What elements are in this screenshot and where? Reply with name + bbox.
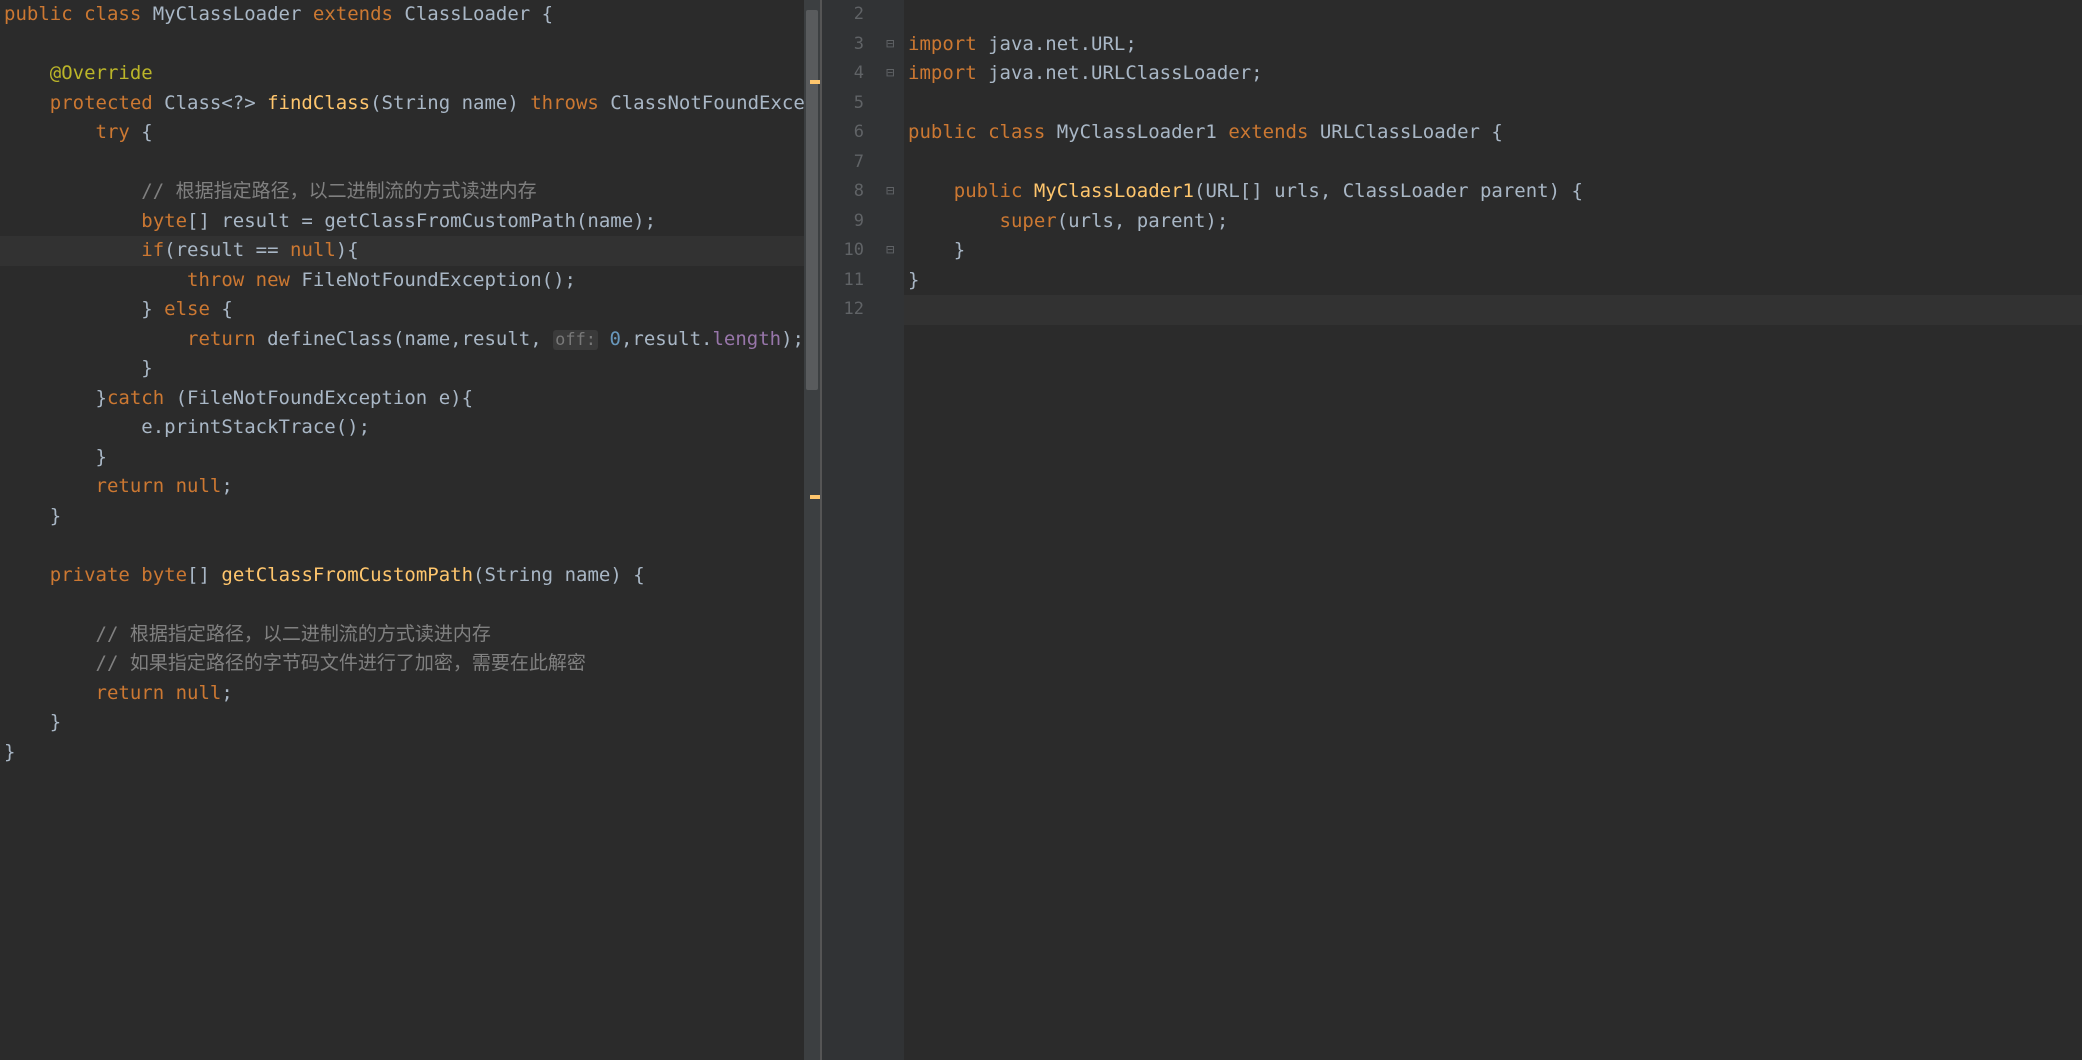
code-line[interactable]: } xyxy=(0,708,820,738)
code-line[interactable]: } xyxy=(0,738,820,768)
code-line[interactable]: throw new FileNotFoundException(); xyxy=(0,266,820,296)
code-line[interactable]: try { xyxy=(0,118,820,148)
code-line[interactable]: return null; xyxy=(0,679,820,709)
left-code-area[interactable]: public class MyClassLoader extends Class… xyxy=(0,0,820,1060)
code-line[interactable] xyxy=(904,0,2082,30)
code-line[interactable]: } xyxy=(0,443,820,473)
line-number: 5 xyxy=(822,89,864,119)
code-line[interactable]: }catch (FileNotFoundException e){ xyxy=(0,384,820,414)
right-fold-gutter[interactable]: ⊟ ⊟ ⊟ ⊟ xyxy=(882,0,904,1060)
line-number: 8 xyxy=(822,177,864,207)
left-scrollbar[interactable] xyxy=(804,0,820,1060)
code-line[interactable]: // 如果指定路径的字节码文件进行了加密，需要在此解密 xyxy=(0,649,820,679)
code-line[interactable]: } xyxy=(904,236,2082,266)
right-code-area[interactable]: import java.net.URL;import java.net.URLC… xyxy=(904,0,2082,1060)
line-number: 10 xyxy=(822,236,864,266)
code-line[interactable]: byte[] result = getClassFromCustomPath(n… xyxy=(0,207,820,237)
warning-marker[interactable] xyxy=(810,495,820,499)
code-line[interactable]: return null; xyxy=(0,472,820,502)
code-line[interactable]: if(result == null){ xyxy=(0,236,820,266)
code-line[interactable] xyxy=(904,148,2082,178)
code-line[interactable]: } xyxy=(0,354,820,384)
code-line[interactable]: e.printStackTrace(); xyxy=(0,413,820,443)
code-line[interactable]: protected Class<?> findClass(String name… xyxy=(0,89,820,119)
line-number: 11 xyxy=(822,266,864,296)
line-number: 9 xyxy=(822,207,864,237)
line-number: 7 xyxy=(822,148,864,178)
warning-marker[interactable] xyxy=(810,80,820,84)
code-line[interactable] xyxy=(0,531,820,561)
code-line[interactable]: @Override xyxy=(0,59,820,89)
line-number: 12 xyxy=(822,295,864,325)
line-number: 6 xyxy=(822,118,864,148)
scroll-thumb[interactable] xyxy=(806,10,818,390)
code-line[interactable]: public MyClassLoader1(URL[] urls, ClassL… xyxy=(904,177,2082,207)
fold-icon[interactable]: ⊟ xyxy=(886,65,894,81)
code-line[interactable] xyxy=(0,148,820,178)
fold-icon[interactable]: ⊟ xyxy=(886,183,894,199)
code-line[interactable]: import java.net.URLClassLoader; xyxy=(904,59,2082,89)
code-line[interactable]: } xyxy=(904,266,2082,296)
code-line[interactable]: } else { xyxy=(0,295,820,325)
code-line[interactable]: super(urls, parent); xyxy=(904,207,2082,237)
code-line[interactable]: public class MyClassLoader1 extends URLC… xyxy=(904,118,2082,148)
right-gutter: 23456789101112 xyxy=(822,0,882,1060)
code-line[interactable] xyxy=(904,89,2082,119)
code-line[interactable]: // 根据指定路径，以二进制流的方式读进内存 xyxy=(0,620,820,650)
code-line[interactable]: return defineClass(name,result, off: 0,r… xyxy=(0,325,820,355)
right-editor-pane[interactable]: 23456789101112 ⊟ ⊟ ⊟ ⊟ import java.net.URL;… xyxy=(822,0,2082,1060)
code-line[interactable]: public class MyClassLoader extends Class… xyxy=(0,0,820,30)
left-editor-pane[interactable]: public class MyClassLoader extends Class… xyxy=(0,0,820,1060)
line-number: 4 xyxy=(822,59,864,89)
code-line[interactable] xyxy=(0,30,820,60)
line-number: 3 xyxy=(822,30,864,60)
fold-icon[interactable]: ⊟ xyxy=(886,36,894,52)
code-line[interactable]: private byte[] getClassFromCustomPath(St… xyxy=(0,561,820,591)
code-line[interactable] xyxy=(0,590,820,620)
code-line[interactable]: } xyxy=(0,502,820,532)
code-line[interactable]: import java.net.URL; xyxy=(904,30,2082,60)
fold-icon[interactable]: ⊟ xyxy=(886,242,894,258)
code-line[interactable]: // 根据指定路径，以二进制流的方式读进内存 xyxy=(0,177,820,207)
line-number: 2 xyxy=(822,0,864,30)
code-line[interactable] xyxy=(904,295,2082,325)
